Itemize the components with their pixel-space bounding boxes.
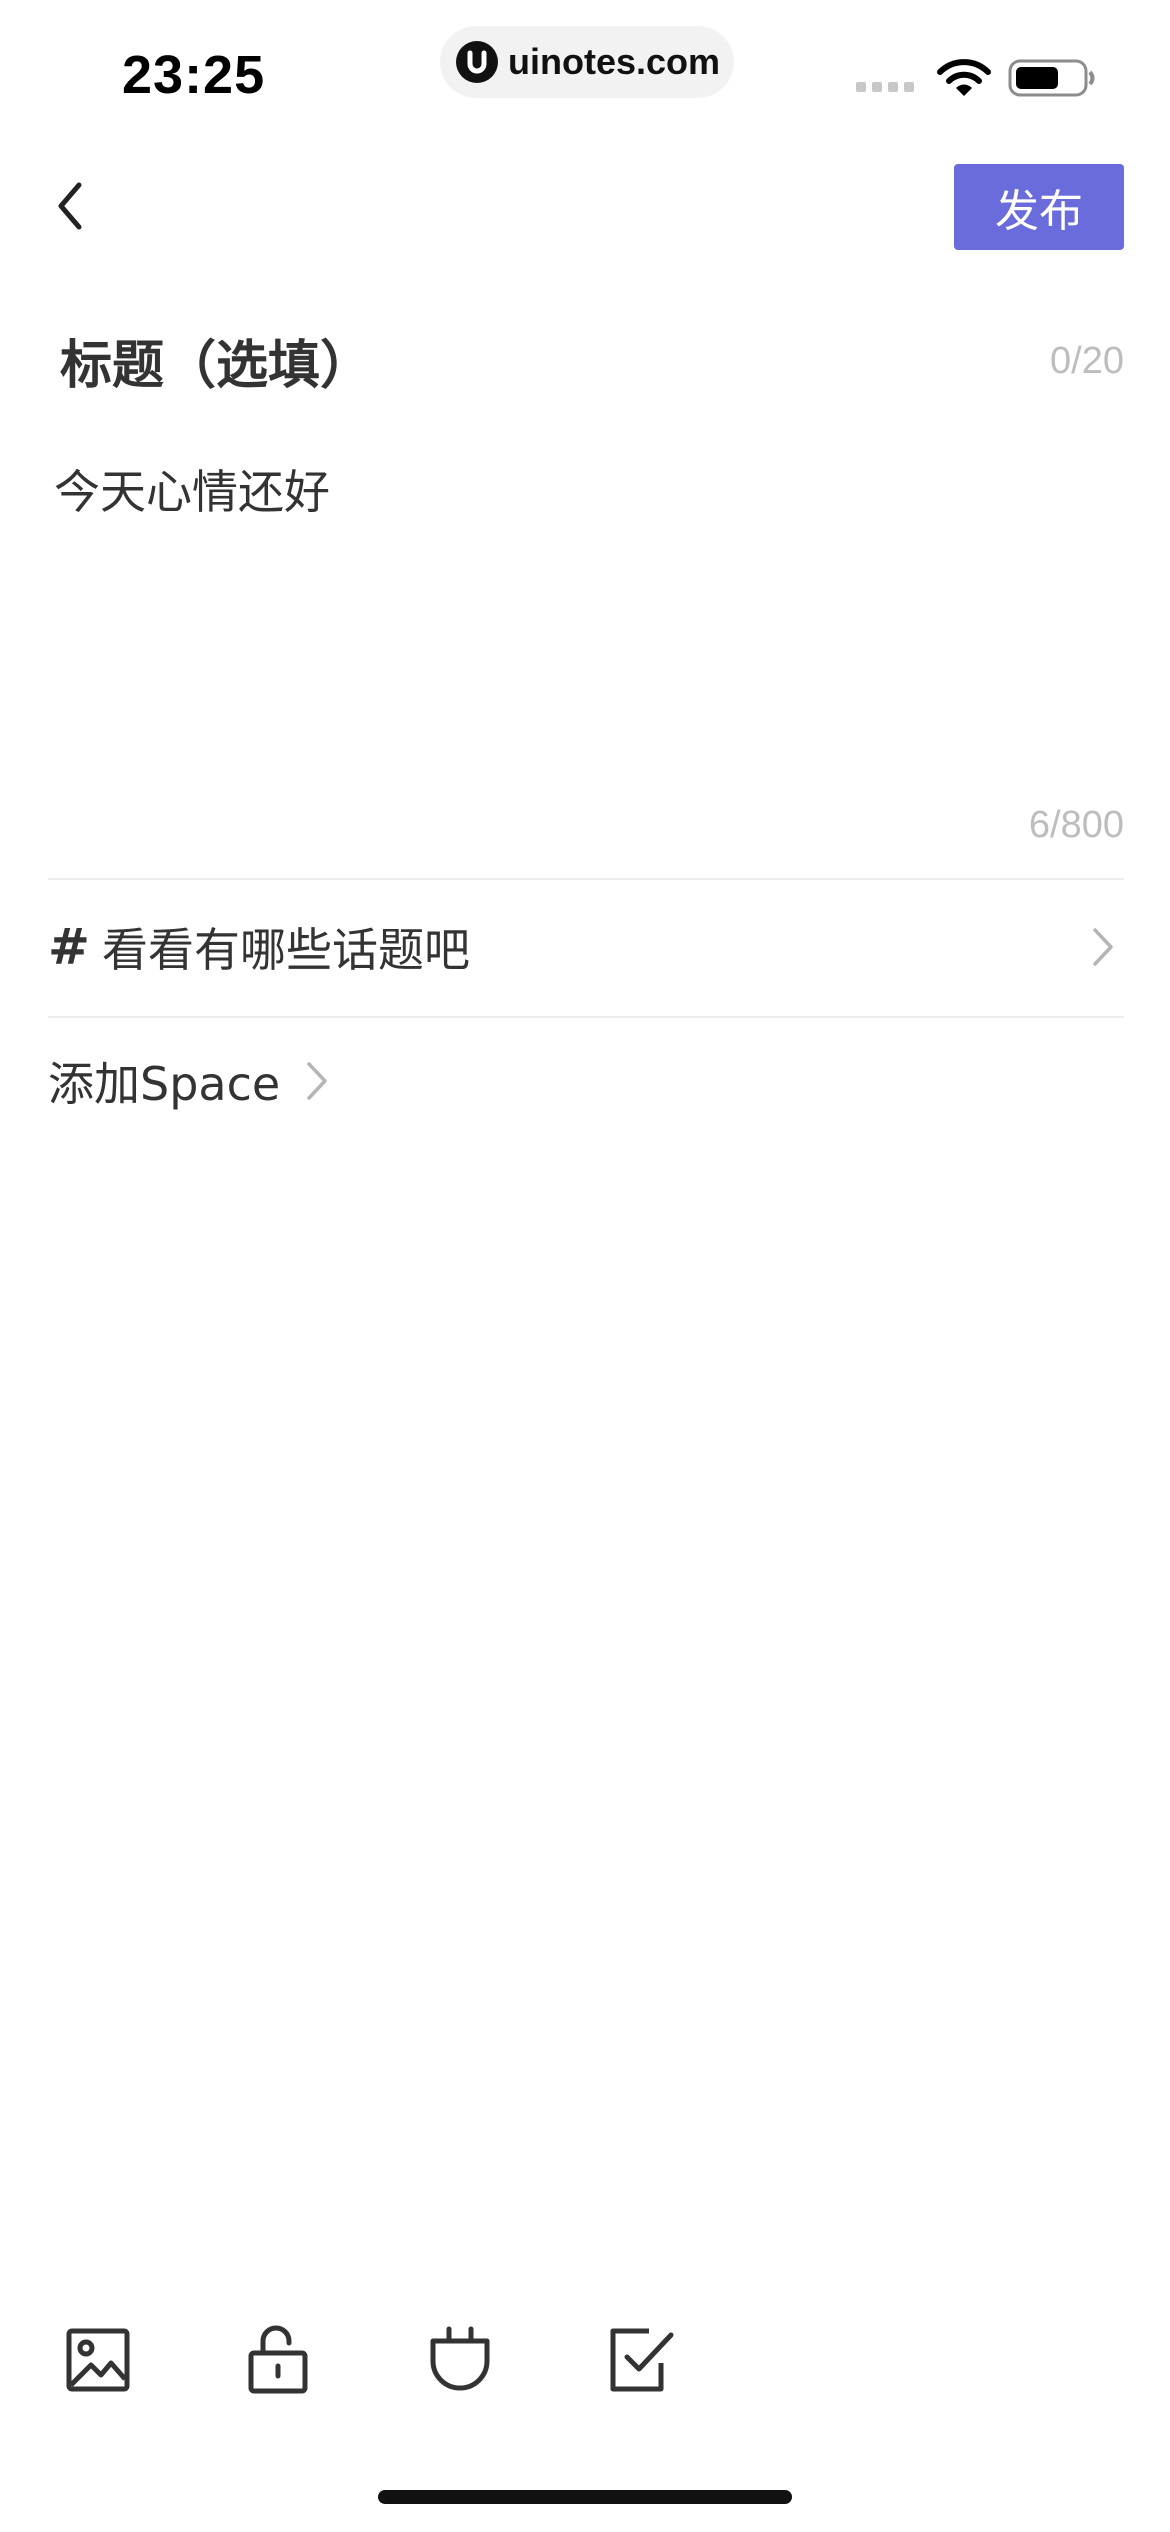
home-indicator[interactable]	[378, 2490, 792, 2504]
site-logo-icon	[456, 41, 498, 83]
unlock-icon	[248, 2325, 308, 2394]
editor-toolbar	[0, 2320, 1170, 2410]
body-textarea[interactable]: 今天心情还好	[54, 460, 1114, 790]
privacy-button[interactable]	[238, 2320, 318, 2400]
url-pill[interactable]: uinotes.com	[440, 26, 734, 98]
todo-button[interactable]	[602, 2320, 682, 2400]
cellular-signal-icon	[856, 82, 914, 92]
title-char-count: 0/20	[1050, 340, 1124, 382]
title-input[interactable]	[60, 326, 960, 406]
plug-icon	[430, 2326, 490, 2391]
back-button[interactable]	[40, 176, 100, 236]
checkbox-icon	[610, 2328, 674, 2392]
chevron-right-icon	[307, 1062, 327, 1100]
status-bar: 23:25 uinotes.com	[0, 0, 1170, 140]
insert-image-button[interactable]	[58, 2320, 138, 2400]
add-space-label: 添加Space	[48, 1057, 281, 1111]
url-text: uinotes.com	[508, 41, 721, 82]
publish-button[interactable]: 发布	[954, 164, 1124, 250]
chevron-left-icon	[58, 182, 82, 230]
hashtag-icon: #	[48, 918, 90, 976]
plugin-button[interactable]	[420, 2320, 500, 2400]
battery-icon	[1008, 58, 1098, 102]
add-space-row[interactable]: 添加Space	[48, 1036, 328, 1126]
divider	[48, 1016, 1124, 1018]
status-time: 23:25	[122, 45, 266, 105]
topic-label: 看看有哪些话题吧	[102, 923, 470, 977]
chevron-right-icon	[1093, 928, 1113, 966]
topic-selector-row[interactable]: # 看看有哪些话题吧	[48, 880, 1124, 1014]
wifi-icon	[936, 58, 992, 102]
body-char-count: 6/800	[1028, 804, 1124, 846]
image-icon	[66, 2328, 130, 2392]
